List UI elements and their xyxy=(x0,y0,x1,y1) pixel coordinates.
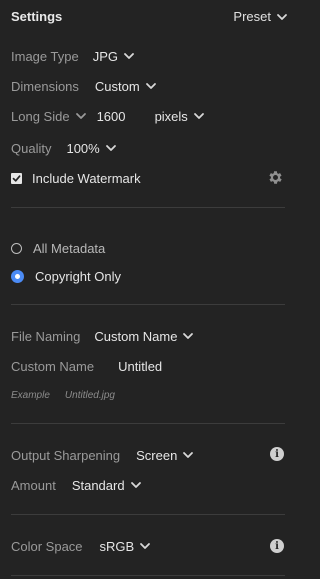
chevron-down-icon xyxy=(193,110,205,122)
output-sharpening-row: Output Sharpening Screen xyxy=(11,445,297,465)
quality-value: 100% xyxy=(66,140,100,156)
long-side-row: Long Side 1600 pixels xyxy=(11,106,297,126)
example-label: Example xyxy=(11,389,50,401)
chevron-down-icon xyxy=(276,11,288,23)
quality-dropdown[interactable]: 100% xyxy=(66,141,116,156)
section-divider xyxy=(11,304,285,305)
info-icon[interactable]: i xyxy=(270,539,284,553)
settings-title: Settings xyxy=(11,9,63,24)
export-settings-panel: Settings Preset Image Type JPG Dimension… xyxy=(0,0,308,579)
section-divider xyxy=(11,423,285,424)
output-sharpening-label: Output Sharpening xyxy=(11,447,121,463)
quality-label: Quality xyxy=(11,140,52,156)
section-divider xyxy=(11,514,285,515)
dimensions-value: Custom xyxy=(94,78,140,94)
amount-dropdown[interactable]: Standard xyxy=(72,478,142,493)
dimensions-row: Dimensions Custom xyxy=(11,76,297,96)
custom-name-input[interactable]: Untitled xyxy=(118,359,162,374)
file-naming-label: File Naming xyxy=(11,328,81,344)
chevron-down-icon xyxy=(130,479,142,491)
long-side-label: Long Side xyxy=(11,108,70,124)
image-type-row: Image Type JPG xyxy=(11,46,297,66)
copyright-only-label: Copyright Only xyxy=(35,268,121,284)
color-space-value: sRGB xyxy=(99,538,135,554)
image-type-value: JPG xyxy=(92,48,118,64)
chevron-down-icon xyxy=(182,330,194,342)
amount-value: Standard xyxy=(71,477,125,493)
custom-name-row: Custom Name Untitled xyxy=(11,356,297,376)
chevron-down-icon xyxy=(105,142,117,154)
dimensions-label: Dimensions xyxy=(11,78,79,94)
gear-icon[interactable] xyxy=(267,169,284,186)
dimensions-dropdown[interactable]: Custom xyxy=(95,79,157,94)
chevron-down-icon xyxy=(145,80,157,92)
image-type-dropdown[interactable]: JPG xyxy=(93,49,135,64)
metadata-option-all[interactable]: All Metadata xyxy=(11,238,297,258)
color-space-row: Color Space sRGB xyxy=(11,536,297,556)
file-naming-value: Custom Name xyxy=(94,328,178,344)
output-sharpening-dropdown[interactable]: Screen xyxy=(136,448,194,463)
radio-button[interactable] xyxy=(11,242,22,254)
long-side-dropdown[interactable]: Long Side xyxy=(11,109,87,124)
watermark-label: Include Watermark xyxy=(32,170,141,186)
preset-dropdown[interactable]: Preset xyxy=(233,9,288,24)
file-naming-row: File Naming Custom Name xyxy=(11,326,297,346)
unit-value: pixels xyxy=(154,108,188,124)
chevron-down-icon xyxy=(182,449,194,461)
chevron-down-icon xyxy=(139,540,151,552)
info-icon[interactable]: i xyxy=(270,447,284,461)
color-space-label: Color Space xyxy=(11,538,83,554)
custom-name-label: Custom Name xyxy=(11,358,95,374)
image-type-label: Image Type xyxy=(11,48,79,64)
preset-label: Preset xyxy=(233,9,271,24)
section-divider xyxy=(11,575,285,576)
section-divider xyxy=(11,207,285,208)
chevron-down-icon xyxy=(75,110,87,122)
amount-label: Amount xyxy=(11,477,56,493)
watermark-row[interactable]: Include Watermark xyxy=(11,168,248,188)
output-sharpening-value: Screen xyxy=(136,447,178,463)
all-metadata-label: All Metadata xyxy=(33,240,106,256)
example-row: Example Untitled.jpg xyxy=(11,385,297,405)
quality-row: Quality 100% xyxy=(11,138,297,158)
metadata-option-copyright[interactable]: Copyright Only xyxy=(11,266,297,286)
unit-dropdown[interactable]: pixels xyxy=(155,109,205,124)
example-value: Untitled.jpg xyxy=(64,389,115,401)
watermark-checkbox[interactable] xyxy=(11,172,22,184)
color-space-dropdown[interactable]: sRGB xyxy=(100,539,152,554)
radio-button-selected[interactable] xyxy=(11,269,24,283)
chevron-down-icon xyxy=(123,50,135,62)
file-naming-dropdown[interactable]: Custom Name xyxy=(94,329,194,344)
amount-row: Amount Standard xyxy=(11,475,297,495)
long-side-input[interactable]: 1600 xyxy=(97,109,155,124)
